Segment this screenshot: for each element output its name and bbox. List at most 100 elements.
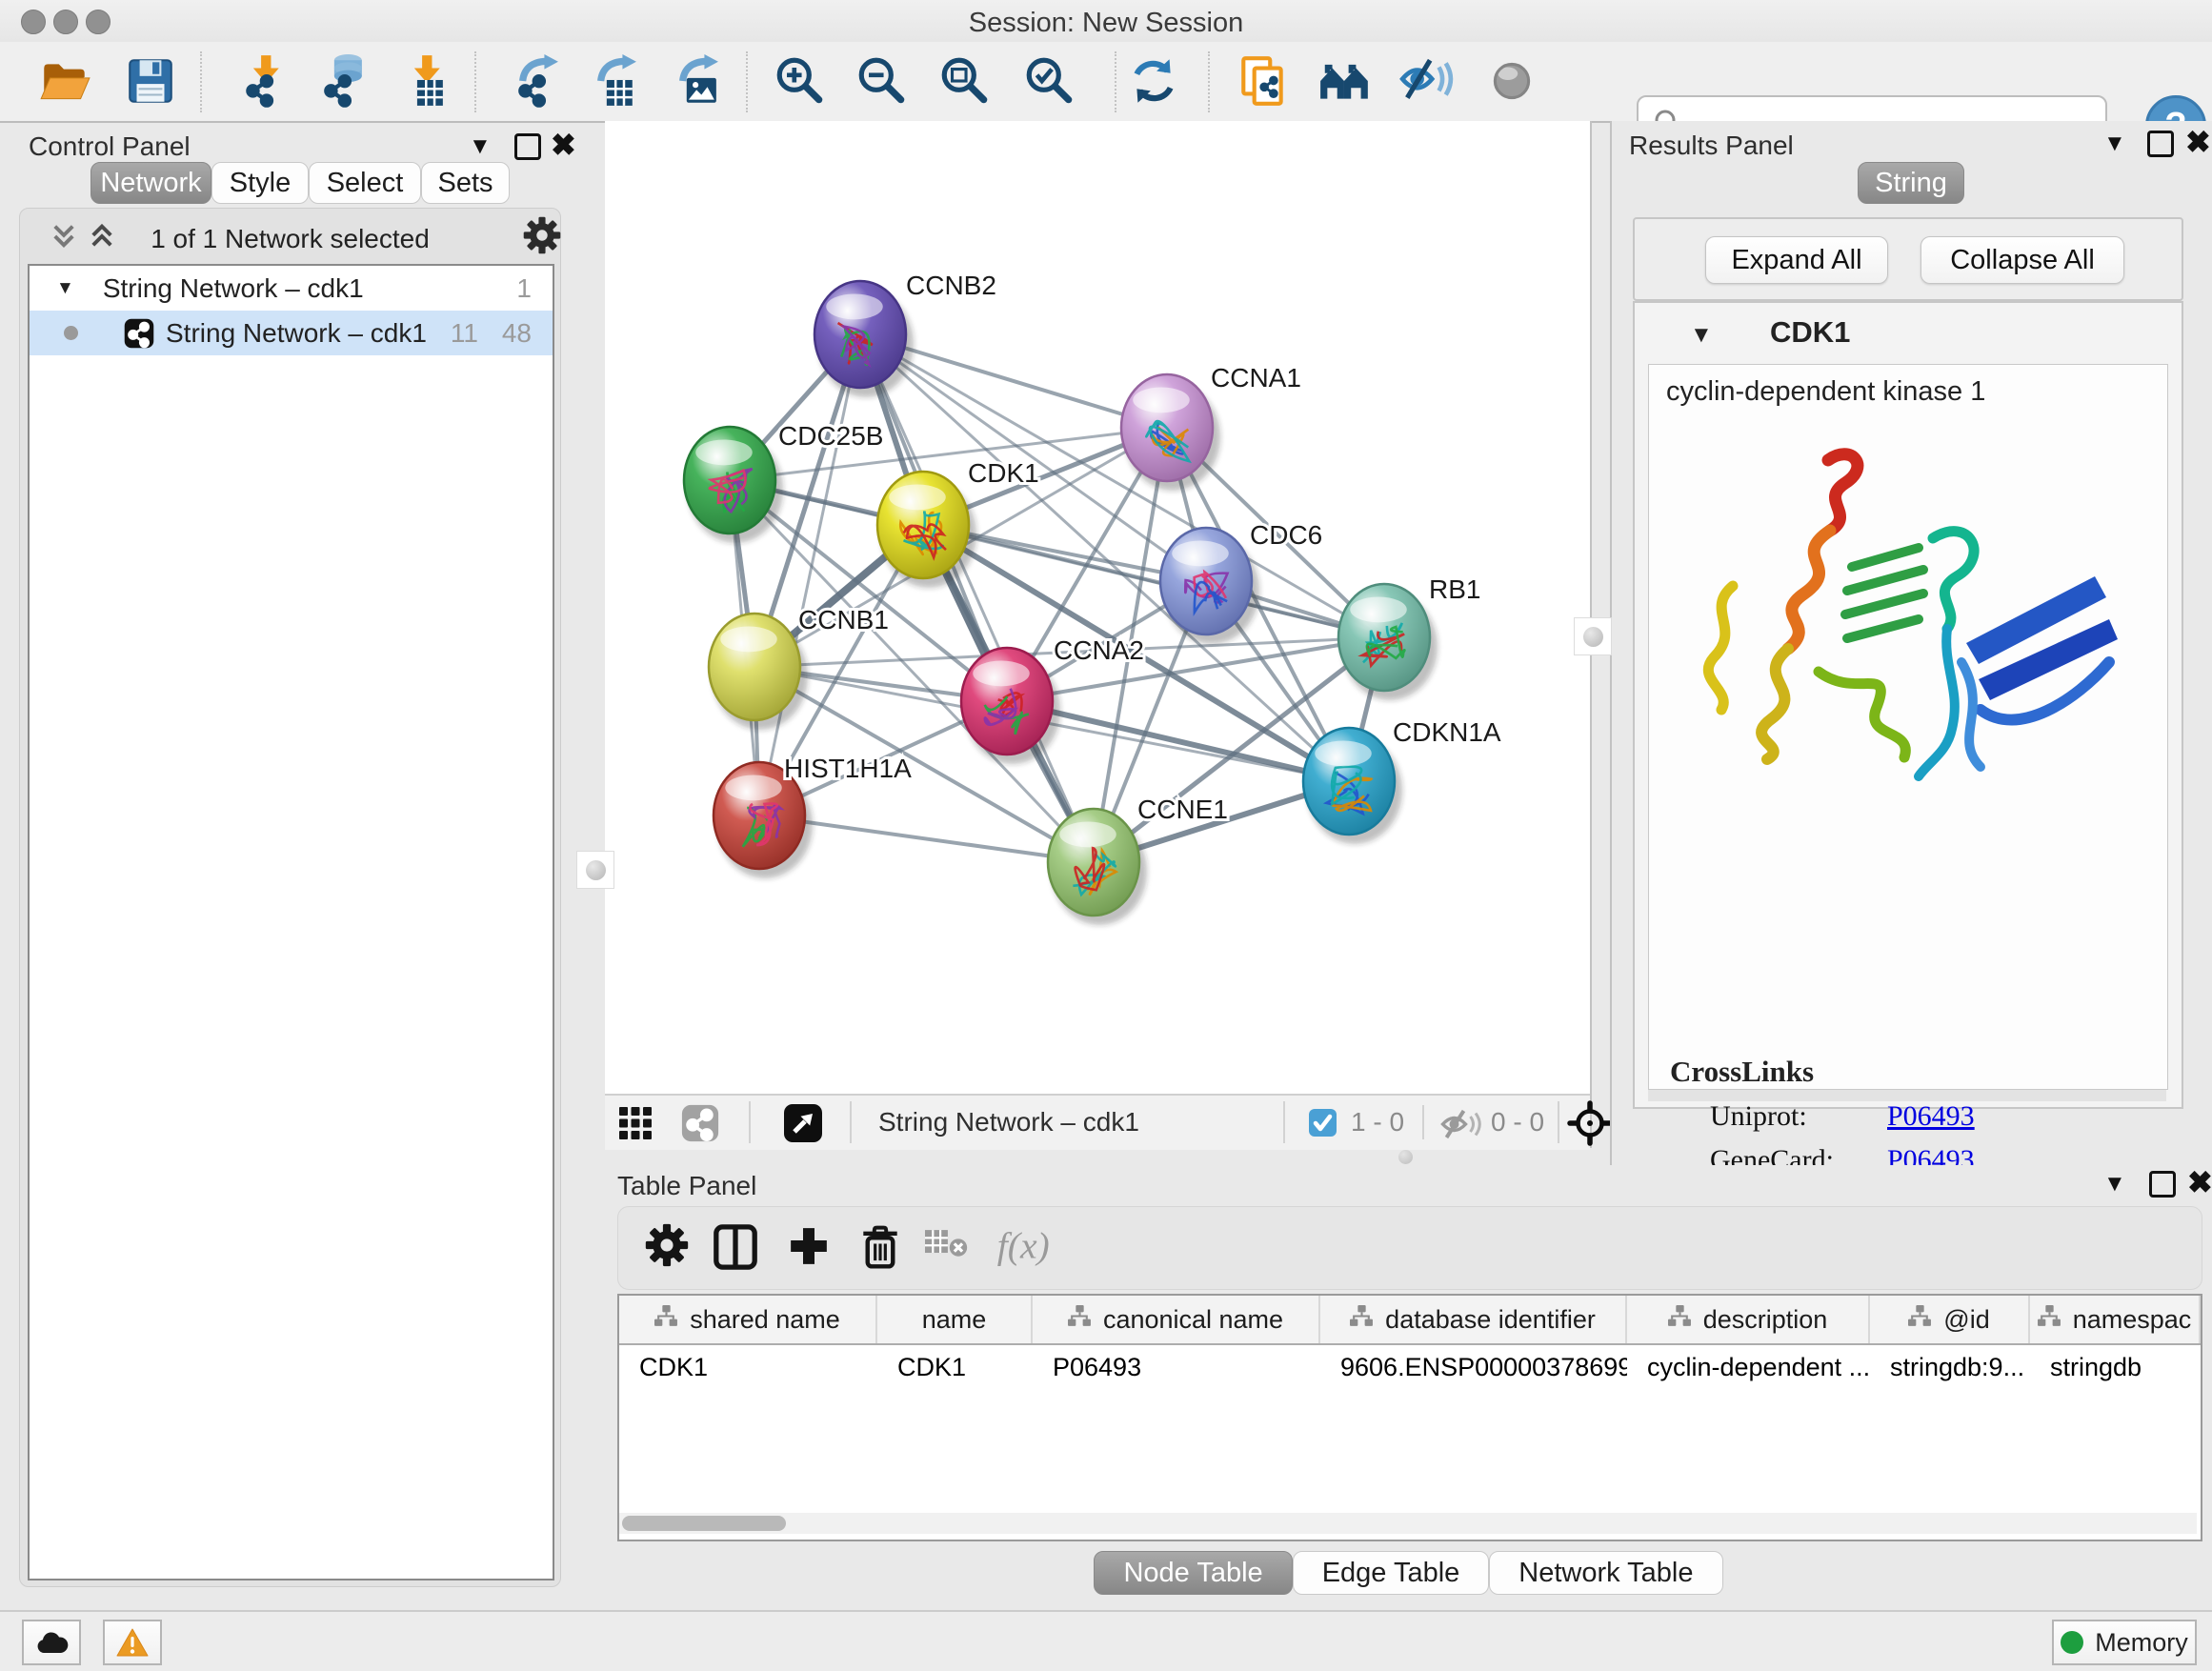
save-session-button[interactable]	[123, 55, 178, 111]
column-type-icon	[1350, 1305, 1374, 1335]
memory-button[interactable]: Memory	[2052, 1620, 2197, 1665]
tab-network-table[interactable]: Network Table	[1489, 1551, 1722, 1595]
network-collection-row[interactable]: ▼ String Network – cdk1 1	[30, 266, 553, 311]
table-cell[interactable]: 9606.ENSP00000378699	[1320, 1353, 1627, 1382]
crosslink-label: Uniprot:	[1710, 1100, 1807, 1133]
zoom-out-button[interactable]	[855, 55, 910, 111]
fit-selected-crosshair-icon[interactable]	[1567, 1100, 1613, 1151]
table-cell[interactable]: stringdb	[2030, 1353, 2201, 1382]
tab-edge-table[interactable]: Edge Table	[1293, 1551, 1490, 1595]
node-label-RB1: RB1	[1429, 574, 1480, 604]
svg-text:f(x): f(x)	[997, 1225, 1050, 1267]
network-options-gear-icon[interactable]	[523, 216, 561, 259]
zoom-selected-button[interactable]	[1022, 55, 1077, 111]
float-panel-icon[interactable]: ▼	[2103, 132, 2126, 155]
close-panel-icon[interactable]: ✖	[2187, 1171, 2212, 1196]
zoom-selected-icon	[1022, 53, 1077, 113]
column-type-icon	[1068, 1305, 1092, 1335]
network-row-selected[interactable]: String Network – cdk1 11 48	[30, 311, 553, 355]
show-all-button[interactable]	[1484, 55, 1539, 111]
refresh-network-view-button[interactable]	[1126, 55, 1181, 111]
float-panel-icon[interactable]: ▼	[469, 135, 492, 158]
show-grid-icon[interactable]	[618, 1106, 653, 1145]
table-cell[interactable]: CDK1	[619, 1353, 877, 1382]
column-type-icon	[1668, 1305, 1692, 1335]
main-toolbar: ?	[0, 42, 2212, 123]
current-network-name: String Network – cdk1	[878, 1107, 1139, 1137]
table-cell[interactable]: cyclin-dependent ...	[1627, 1353, 1870, 1382]
collapse-section-icon[interactable]: ▼	[1690, 322, 1713, 349]
results-panel-title: Results Panel	[1629, 131, 1794, 161]
close-panel-icon[interactable]: ✖	[2185, 131, 2211, 155]
close-panel-icon[interactable]: ✖	[551, 133, 576, 158]
column-header-namespac[interactable]: namespac	[2030, 1296, 2201, 1343]
import-table-from-file-button[interactable]	[392, 55, 447, 111]
cloud-icon	[34, 1630, 69, 1655]
create-column-icon[interactable]	[786, 1223, 832, 1274]
collapse-row-icon[interactable]: ▼	[56, 278, 74, 299]
import-network-from-file-button[interactable]	[231, 55, 286, 111]
import-network-from-database-button[interactable]	[311, 55, 366, 111]
right-splitter-handle[interactable]	[1574, 617, 1612, 655]
zoom-fit-content-button[interactable]	[937, 55, 993, 111]
selected-checkbox-icon[interactable]	[1308, 1108, 1337, 1142]
string-protein-query-button[interactable]	[1317, 55, 1373, 111]
table-cell[interactable]: CDK1	[877, 1353, 1033, 1382]
duplicate-network-view-button[interactable]	[1236, 55, 1291, 111]
scrollbar-thumb[interactable]	[622, 1516, 786, 1531]
warnings-button[interactable]	[103, 1620, 162, 1665]
network-type-icon[interactable]	[681, 1104, 719, 1147]
network-canvas[interactable]: CCNB2 CCNA1 CDC25B CDK1 CDC6 RB1 CCNB1	[605, 121, 1590, 1094]
memory-label: Memory	[2095, 1628, 2188, 1658]
tab-select[interactable]: Select	[309, 162, 421, 204]
results-scrollbar[interactable]	[1648, 1090, 2166, 1101]
open-session-button[interactable]	[37, 55, 92, 111]
results-panel: Results Panel ▼ ✖ String Expand All Coll…	[1610, 121, 2212, 1165]
column-header-description[interactable]: description	[1627, 1296, 1870, 1343]
selected-node-edge-counts: 1 - 0	[1351, 1107, 1404, 1137]
collapse-all-button[interactable]: Collapse All	[1920, 236, 2124, 284]
birds-eye-view-icon[interactable]	[782, 1102, 824, 1149]
maximize-panel-icon[interactable]	[514, 133, 541, 160]
cloud-status-button[interactable]	[22, 1620, 81, 1665]
left-splitter-handle[interactable]	[576, 851, 614, 889]
node-label-CCNA1: CCNA1	[1211, 363, 1301, 393]
titlebar: Session: New Session	[0, 0, 2212, 42]
column-header--id[interactable]: @id	[1870, 1296, 2030, 1343]
results-buttons-box: Expand All Collapse All	[1633, 217, 2183, 301]
show-columns-icon[interactable]	[712, 1223, 759, 1276]
horizontal-splitter-handle[interactable]	[1398, 1150, 1413, 1164]
delete-column-icon[interactable]	[858, 1223, 902, 1276]
column-header-database-identifier[interactable]: database identifier	[1320, 1296, 1627, 1343]
table-horizontal-scrollbar[interactable]	[619, 1513, 2197, 1534]
control-panel-title: Control Panel	[29, 131, 191, 162]
export-network-to-file-button[interactable]	[505, 55, 560, 111]
table-cell[interactable]: stringdb:9...	[1870, 1353, 2030, 1382]
column-settings-icon[interactable]	[645, 1223, 689, 1272]
maximize-panel-icon[interactable]	[2149, 1171, 2176, 1198]
column-header-canonical-name[interactable]: canonical name	[1033, 1296, 1320, 1343]
column-header-shared-name[interactable]: shared name	[619, 1296, 877, 1343]
export-image-button[interactable]	[665, 55, 720, 111]
hide-selected-button[interactable]	[1398, 55, 1454, 111]
gene-section: ▼ CDK1 cyclin-dependent kinase 1	[1633, 301, 2183, 1109]
network-tab-body: 1 of 1 Network selected ▼ String Network…	[19, 208, 561, 1587]
tab-node-table[interactable]: Node Table	[1094, 1551, 1292, 1595]
maximize-panel-icon[interactable]	[2147, 131, 2174, 157]
tab-sets[interactable]: Sets	[421, 162, 510, 204]
crosslink-link[interactable]: P06493	[1887, 1100, 1975, 1133]
node-count: 11	[451, 318, 478, 349]
status-bar: Memory	[0, 1610, 2212, 1671]
column-header-name[interactable]: name	[877, 1296, 1033, 1343]
zoom-in-button[interactable]	[773, 55, 828, 111]
table-row[interactable]: CDK1CDK1P064939606.ENSP00000378699cyclin…	[619, 1345, 2201, 1389]
tab-style[interactable]: Style	[211, 162, 309, 204]
tab-network[interactable]: Network	[90, 162, 211, 204]
control-panel-tabs: NetworkStyleSelectSets	[90, 162, 510, 204]
float-panel-icon[interactable]: ▼	[2103, 1173, 2126, 1196]
table-cell[interactable]: P06493	[1033, 1353, 1320, 1382]
export-table-to-file-button[interactable]	[583, 55, 638, 111]
tab-string[interactable]: String	[1858, 162, 1964, 204]
show-all-icon	[1484, 53, 1539, 113]
expand-all-button[interactable]: Expand All	[1705, 236, 1888, 284]
